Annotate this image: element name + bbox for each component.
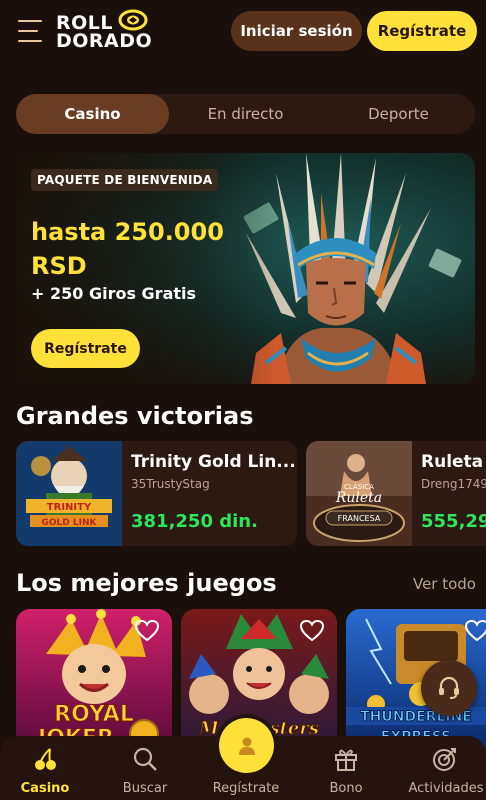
- tab-casino[interactable]: Casino: [16, 94, 169, 134]
- wins-title: Grandes victorias: [16, 402, 254, 430]
- logo-text-bottom: DORADO: [56, 30, 153, 52]
- see-all-link[interactable]: Ver todo: [413, 575, 476, 593]
- game-card-royal-joker[interactable]: ROYAL JOKER: [16, 609, 172, 749]
- tab-live[interactable]: En directo: [169, 94, 322, 134]
- welcome-badge: PAQUETE DE BIENVENIDA: [31, 169, 219, 191]
- menu-icon[interactable]: [18, 20, 44, 42]
- svg-text:ROYAL: ROYAL: [54, 702, 134, 727]
- nav-item-bonus[interactable]: Bono: [301, 736, 391, 800]
- register-fab-button[interactable]: [219, 718, 274, 773]
- page: ROLL DORADO Iniciar sesión Regístrate Ca…: [0, 0, 486, 800]
- trinity-gold-link-thumb: TRINITY GOLD LINK: [16, 441, 122, 546]
- headset-icon: [439, 676, 459, 699]
- register-button[interactable]: Regístrate: [367, 11, 477, 51]
- header: ROLL DORADO Iniciar sesión Regístrate: [0, 0, 486, 62]
- category-tabs: Casino En directo Deporte: [16, 94, 475, 134]
- tab-sports[interactable]: Deporte: [322, 94, 475, 134]
- favorite-heart-icon[interactable]: [134, 619, 160, 643]
- nav-item-search[interactable]: Buscar: [100, 736, 190, 800]
- user-icon: [238, 737, 255, 755]
- nav-item-casino[interactable]: Casino: [0, 736, 90, 800]
- win-game-name: Ruleta Cl: [421, 452, 486, 472]
- banner-subtitle: + 250 Giros Gratis: [31, 284, 197, 303]
- nav-label-activities: Actividades: [408, 781, 484, 796]
- nav-label-casino: Casino: [20, 781, 70, 796]
- favorite-heart-icon[interactable]: [299, 619, 325, 643]
- ruleta-thumb-title: Ruleta: [335, 490, 382, 506]
- ruleta-thumb: CLÁSICA Ruleta FRANCESA: [306, 441, 412, 546]
- svg-text:GOLD LINK: GOLD LINK: [42, 518, 98, 528]
- gift-icon: [335, 749, 357, 771]
- win-username: 35TrustyStag: [131, 477, 210, 491]
- banner-register-button[interactable]: Regístrate: [31, 329, 140, 368]
- win-amount: 381,250 din.: [131, 511, 258, 532]
- win-amount: 555,29: [421, 511, 486, 532]
- win-thumb: TRINITY GOLD LINK: [16, 441, 122, 546]
- support-chat-button[interactable]: [421, 660, 477, 716]
- welcome-banner[interactable]: PAQUETE DE BIENVENIDA hasta 250.000 RSD …: [16, 153, 475, 384]
- nav-label-search: Buscar: [122, 781, 168, 796]
- nav-item-activities[interactable]: Actividades: [396, 736, 486, 800]
- search-icon: [133, 747, 157, 771]
- win-game-name: Trinity Gold Lin...: [131, 452, 296, 472]
- target-icon: [433, 748, 456, 771]
- logo-coin-icon: [118, 9, 148, 31]
- win-card[interactable]: TRINITY GOLD LINK Trinity Gold Lin... 35…: [16, 441, 297, 546]
- win-username: Dreng1749: [421, 477, 486, 491]
- nav-label-bonus: Bono: [329, 781, 363, 796]
- games-title: Los mejores juegos: [16, 569, 277, 597]
- ruleta-thumb-sub: FRANCESA: [338, 514, 381, 523]
- nav-label-register: Regístrate: [212, 781, 280, 796]
- cherries-icon: [35, 748, 56, 770]
- win-card[interactable]: CLÁSICA Ruleta FRANCESA Ruleta Cl Dreng1…: [306, 441, 486, 546]
- logo[interactable]: ROLL DORADO: [56, 9, 156, 52]
- banner-amount: hasta 250.000 RSD: [31, 218, 224, 280]
- favorite-heart-icon[interactable]: [464, 619, 486, 643]
- win-thumb: CLÁSICA Ruleta FRANCESA: [306, 441, 412, 546]
- svg-text:TRINITY: TRINITY: [47, 502, 92, 513]
- login-button[interactable]: Iniciar sesión: [231, 11, 362, 51]
